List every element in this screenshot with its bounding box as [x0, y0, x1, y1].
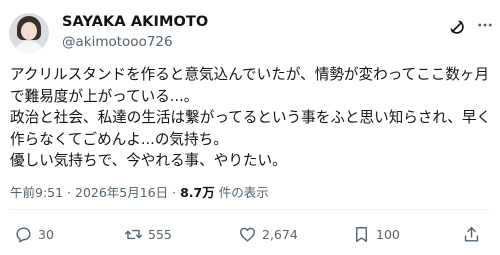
avatar[interactable] [9, 13, 49, 53]
post-text-line: で難易度が上がっている...。 [10, 87, 199, 105]
post-text-line: 優しい気持ちで、今やれる事、やりたい。 [10, 152, 287, 169]
post-meta: 午前9:51 · 2026年5月16日 · 8.7万 件の表示 [10, 182, 269, 201]
grok-icon[interactable] [448, 18, 466, 36]
post-text-line: アクリルスタンドを作ると意気込んでいたが、情勢が変わってここ数ヶ月 [10, 66, 490, 83]
repost-button[interactable]: 555 [124, 222, 172, 246]
meta-separator: · [168, 185, 181, 200]
post-text-line: 政治と社会、私達の生活は繋がってるという事をふと思い知らされ、早く [10, 109, 492, 126]
share-icon [464, 226, 479, 242]
avatar-body [14, 41, 44, 53]
views-count[interactable]: 8.7万 [180, 185, 215, 200]
action-bar: 30 555 2,674 100 [0, 222, 500, 246]
more-icon[interactable] [476, 16, 494, 34]
share-button[interactable] [462, 222, 481, 246]
reply-button[interactable]: 30 [14, 222, 54, 246]
post-text-line: 作らなくてごめんよ...の気持ち。 [10, 130, 228, 148]
bookmark-count: 100 [376, 226, 400, 242]
author-handle[interactable]: @akimotooo726 [62, 34, 173, 50]
repost-count: 555 [148, 226, 172, 242]
post-timestamp[interactable]: 午前9:51 · 2026年5月16日 [10, 185, 168, 200]
avatar-face [21, 22, 37, 40]
views-label: 件の表示 [214, 185, 269, 200]
bookmark-button[interactable]: 100 [352, 222, 400, 246]
post-card: SAYAKA AKIMOTO @akimotooo726 アクリルスタンドを作る… [0, 0, 500, 255]
like-count: 2,674 [262, 226, 298, 242]
reply-icon [16, 226, 31, 242]
repost-icon [124, 229, 143, 239]
like-button[interactable]: 2,674 [238, 222, 298, 246]
author-name[interactable]: SAYAKA AKIMOTO [62, 14, 208, 30]
like-icon [240, 227, 255, 242]
bookmark-icon [356, 226, 367, 242]
reply-count: 30 [38, 226, 54, 242]
divider [10, 209, 490, 210]
post-text: アクリルスタンドを作ると意気込んでいたが、情勢が変わってここ数ヶ月 で難易度が上… [10, 64, 494, 172]
